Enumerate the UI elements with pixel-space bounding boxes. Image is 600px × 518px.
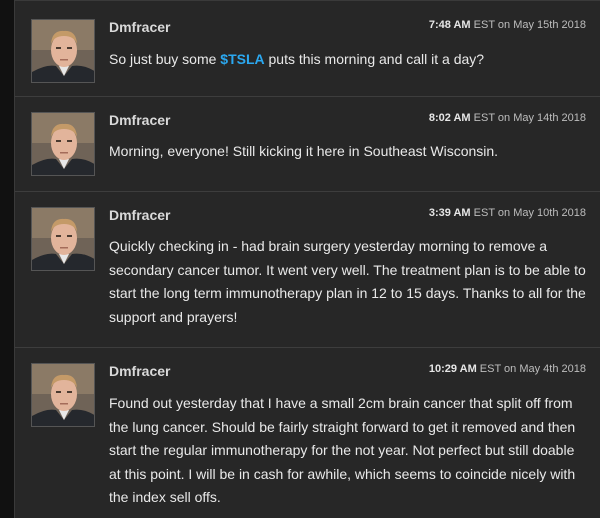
timestamp: 8:02 AM EST on May 14th 2018 [429,112,586,124]
avatar-image [32,113,94,175]
post-message: Found out yesterday that I have a small … [109,395,576,505]
username[interactable]: Dmfracer [109,112,170,128]
post-message: Quickly checking in - had brain surgery … [109,238,586,325]
avatar[interactable] [31,363,95,427]
message-feed: Dmfracer 7:48 AM EST on May 15th 2018 So… [14,0,600,518]
post-time: 8:02 AM [428,112,471,124]
post-date: EST on May 14th 2018 [473,112,586,124]
username[interactable]: Dmfracer [109,207,170,223]
avatar-image [32,208,94,270]
timestamp: 3:39 AM EST on May 10th 2018 [429,207,586,219]
post-message: So just buy some $TSLA puts this morning… [109,48,588,72]
post: Dmfracer 7:48 AM EST on May 15th 2018 So… [15,1,600,97]
avatar-image [32,364,94,426]
avatar-image [32,20,94,82]
ticker-link[interactable]: $TSLA [220,51,264,67]
username[interactable]: Dmfracer [109,19,170,35]
post-date: EST on May 10th 2018 [473,207,586,219]
avatar[interactable] [31,207,95,271]
avatar[interactable] [31,112,95,176]
post: Dmfracer 3:39 AM EST on May 10th 2018 Qu… [15,192,600,348]
timestamp: 10:29 AM EST on May 4th 2018 [429,363,586,375]
post: Dmfracer 8:02 AM EST on May 14th 2018 Mo… [15,97,600,192]
post-date: EST on May 4th 2018 [479,363,586,375]
avatar[interactable] [31,19,95,83]
message-text: So just buy some [109,51,221,67]
post-time: 7:48 AM [428,19,471,31]
post-time: 10:29 AM [428,363,477,375]
post-time: 3:39 AM [428,207,471,219]
username[interactable]: Dmfracer [109,363,170,379]
post-date: EST on May 15th 2018 [473,19,586,31]
message-text: puts this morning and call it a day? [264,51,485,67]
post: Dmfracer 10:29 AM EST on May 4th 2018 Fo… [15,348,600,518]
timestamp: 7:48 AM EST on May 15th 2018 [429,19,586,31]
post-message: Morning, everyone! Still kicking it here… [109,143,499,159]
